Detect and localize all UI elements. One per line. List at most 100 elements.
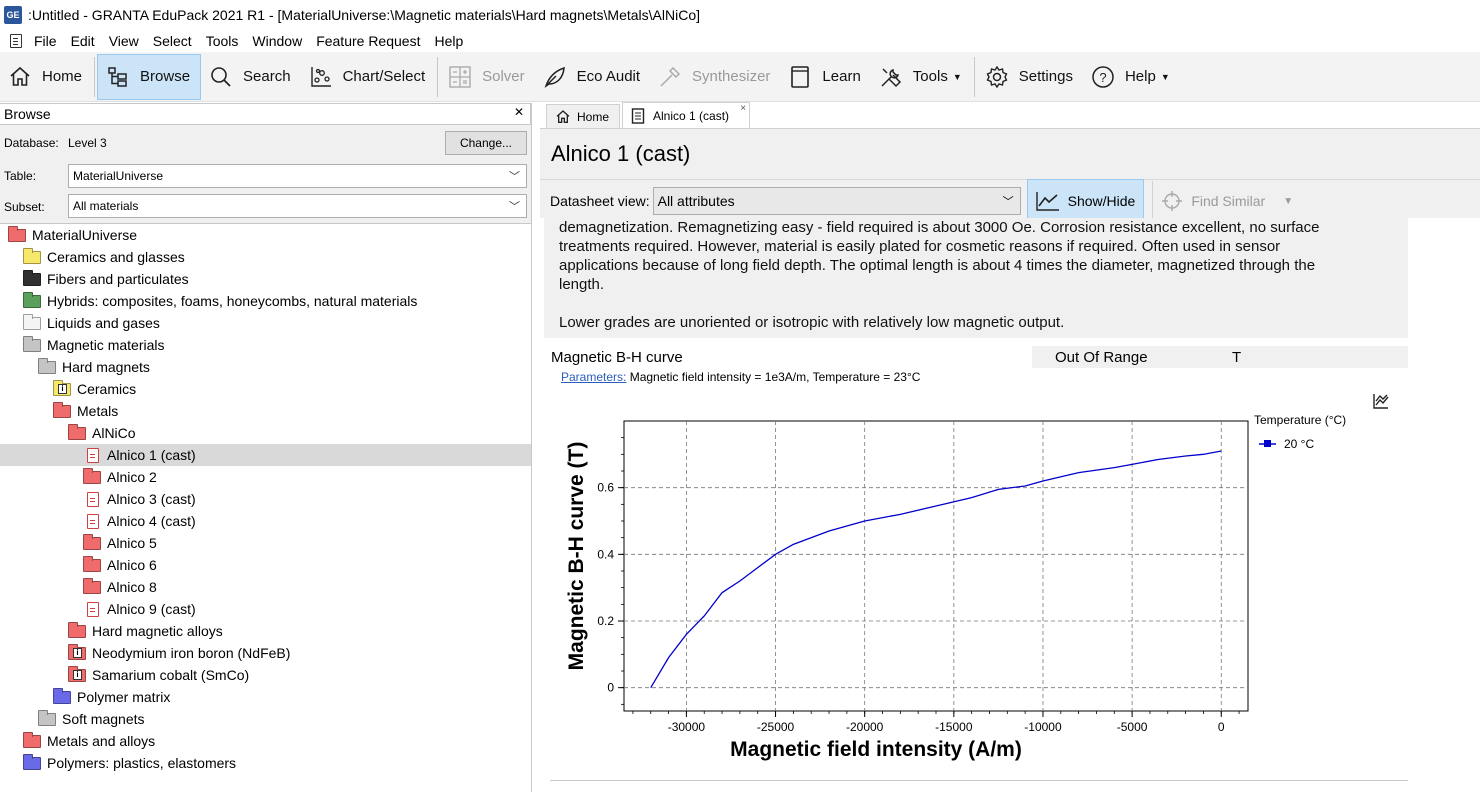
settings-label: Settings [1018,68,1073,85]
eco-audit-button[interactable]: Eco Audit [535,54,650,100]
menu-view[interactable]: View [109,33,139,49]
x-tick-label: 0 [1218,720,1225,734]
tree-item[interactable]: Liquids and gases [0,312,531,334]
tree-item[interactable]: Fibers and particulates [0,268,531,290]
wand-icon [658,65,682,89]
learn-button[interactable]: Learn [780,54,870,100]
tree-item[interactable]: Alnico 5 [0,532,531,554]
chart-options-icon[interactable] [1373,394,1389,409]
x-tick-label: -15000 [935,720,973,734]
eco-audit-label: Eco Audit [576,68,641,85]
tab-strip: Home Alnico 1 (cast) × [540,102,1480,129]
datasheet-content: demagnetization. Remagnetizing easy - fi… [540,218,1480,792]
tree-item[interactable]: Alnico 6 [0,554,531,576]
search-button[interactable]: Search [201,54,301,100]
tree-item[interactable]: Magnetic materials [0,334,531,356]
subset-select[interactable]: All materials ﹀ [68,194,527,218]
settings-button[interactable]: Settings [977,54,1083,100]
find-similar-button[interactable]: Find Similar ▼ [1152,181,1301,221]
table-select[interactable]: MaterialUniverse ﹀ [68,164,527,188]
close-icon[interactable]: ✕ [514,105,524,119]
change-database-button[interactable]: Change... [445,131,527,155]
database-label: Database: [4,136,59,150]
chart-select-button[interactable]: Chart/Select [301,54,436,100]
menu-file[interactable]: File [34,33,57,49]
bh-chart-svg: -30000 -25000 -20000 -15000 -10000 -5000 0 0 0.2… [565,394,1389,761]
help-button[interactable]: ? Help ▼ [1083,54,1180,100]
x-tick-label: -5000 [1117,720,1148,734]
tree-item[interactable]: AlNiCo [0,422,531,444]
tree-item[interactable]: Alnico 4 (cast) [0,510,531,532]
tree-item[interactable]: i Samarium cobalt (SmCo) [0,664,531,686]
menu-edit[interactable]: Edit [71,33,95,49]
tree-item[interactable]: Alnico 8 [0,576,531,598]
bh-curve-name: Magnetic B-H curve [544,346,1032,368]
gear-icon [985,65,1009,89]
tools-label: Tools [912,68,948,85]
home-button[interactable]: Home [0,54,92,100]
bh-curve-unit: T [1232,348,1242,366]
tools-button[interactable]: Tools ▼ [871,54,972,100]
folder-icon [23,753,41,770]
folder-icon [53,401,71,418]
chevron-down-icon: ﹀ [1002,196,1014,208]
menu-select[interactable]: Select [153,33,192,49]
menu-tools[interactable]: Tools [206,33,239,49]
browse-button[interactable]: Browse [97,53,202,100]
tree-item[interactable]: Metals [0,400,531,422]
tree-item[interactable]: Hard magnetic alloys [0,620,531,642]
solver-label: Solver [482,68,525,85]
tree-item-label: Alnico 4 (cast) [107,513,196,529]
tree-item[interactable]: Soft magnets [0,708,531,730]
folder-icon [83,467,101,484]
divider [550,780,1408,781]
synthesizer-label: Synthesizer [692,68,771,85]
tab-home[interactable]: Home [546,104,621,128]
parameters-text: Magnetic field intensity = 1e3A/m, Tempe… [629,370,921,384]
tree-item[interactable]: i Ceramics [0,378,531,400]
datasheet-icon [631,107,645,124]
tree-item-label: Hybrids: composites, foams, honeycombs, … [47,293,418,309]
menu-window[interactable]: Window [252,33,302,49]
info-icon: i [73,647,82,658]
tree-item[interactable]: Hybrids: composites, foams, honeycombs, … [0,290,531,312]
tab-datasheet[interactable]: Alnico 1 (cast) × [622,102,751,128]
tree-item[interactable]: Polymer matrix [0,686,531,708]
legend-title: Temperature (°C) [1254,413,1346,427]
home-icon [8,65,32,89]
tab-datasheet-label: Alnico 1 (cast) [653,108,730,123]
folder-icon [38,357,56,374]
tree-item[interactable]: i Neodymium iron boron (NdFeB) [0,642,531,664]
solver-button[interactable]: Solver [440,54,535,100]
crosshair-icon [1162,191,1183,211]
folder-icon [83,533,101,550]
tree-item[interactable]: Metals and alloys [0,730,531,752]
menu-feature-request[interactable]: Feature Request [316,33,420,49]
menu-help[interactable]: Help [434,33,463,49]
parameters-link[interactable]: Parameters: [561,370,626,384]
toolbar-separator [973,56,975,97]
description-extra: Lower grades are unoriented or isotropic… [559,314,1065,331]
synthesizer-button[interactable]: Synthesizer [650,54,780,100]
show-hide-button[interactable]: Show/Hide [1026,179,1145,223]
tree-item[interactable]: Hard magnets [0,356,531,378]
tree-item[interactable]: Alnico 9 (cast) [0,598,531,620]
tree-item-label: Alnico 9 (cast) [107,601,196,617]
document-menu-icon[interactable] [10,34,22,48]
tree-item[interactable]: MaterialUniverse [0,224,531,246]
tree-item[interactable]: Alnico 3 (cast) [0,488,531,510]
tree-item[interactable]: Alnico 2 [0,466,531,488]
tree-item-label: Alnico 6 [107,557,157,573]
tree-item-label: MaterialUniverse [32,227,138,243]
folder-icon [8,225,26,242]
window-title: :Untitled - GRANTA EduPack 2021 R1 - [Ma… [28,7,700,23]
tree-item[interactable]: Alnico 1 (cast) [0,444,531,466]
close-tab-icon[interactable]: × [740,103,746,114]
tree-item[interactable]: Ceramics and glasses [0,246,531,268]
description-block: demagnetization. Remagnetizing easy - fi… [544,218,1408,338]
y-axis-label: Magnetic B-H curve (T) [565,442,588,671]
datasheet-view-select[interactable]: All attributes ﹀ [652,187,1021,215]
tree-item-label: Polymers: plastics, elastomers [47,755,237,771]
datasheet-toolbar: Datasheet view: All attributes ﹀ Show/Hi… [540,179,1480,223]
tree-item[interactable]: Polymers: plastics, elastomers [0,752,531,774]
